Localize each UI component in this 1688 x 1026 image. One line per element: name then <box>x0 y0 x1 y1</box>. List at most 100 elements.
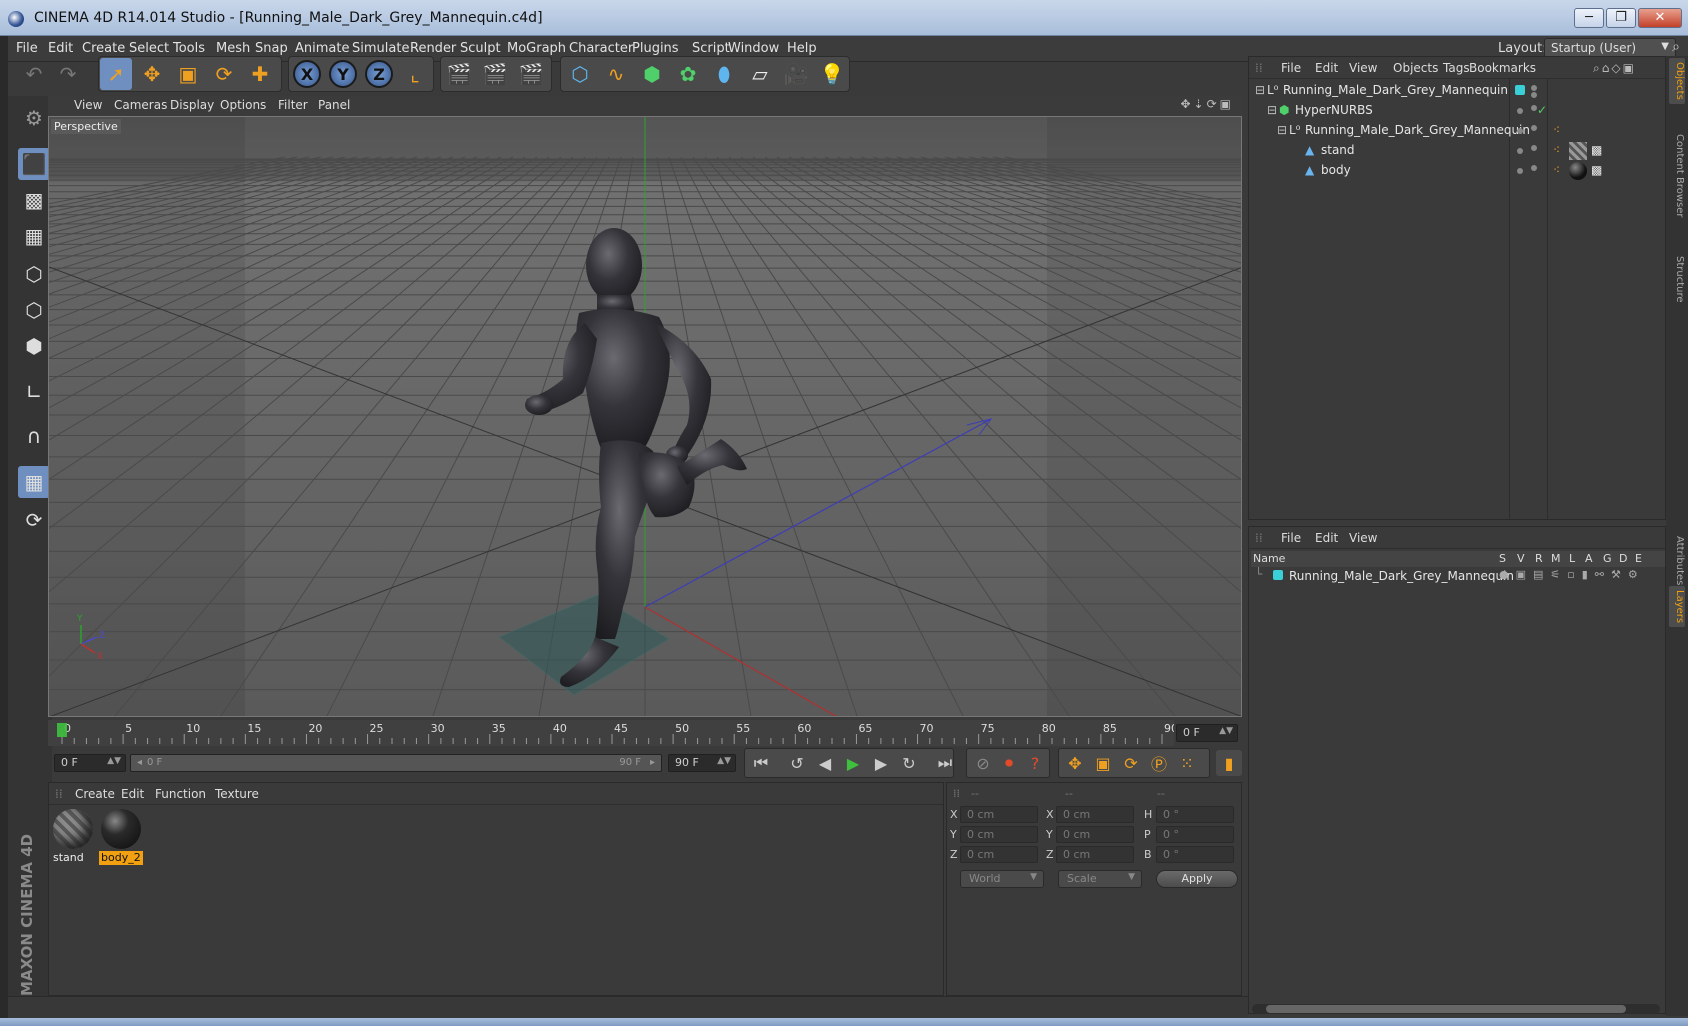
menu-simulate[interactable]: Simulate <box>352 41 409 56</box>
object-row[interactable]: ▲ body ⁖ ▩ <box>1249 161 1665 181</box>
workplane-lock-button[interactable]: ▦ <box>18 466 50 498</box>
editor-visibility-dot[interactable] <box>1531 165 1537 171</box>
viewport-menu-options[interactable]: Options <box>220 98 266 112</box>
snap-button[interactable]: ∩ <box>18 420 50 452</box>
material-menu-texture[interactable]: Texture <box>215 787 259 801</box>
playhead-marker[interactable] <box>57 723 67 737</box>
size-mode-select[interactable]: Scale ▼ <box>1058 870 1142 888</box>
layer-menu-file[interactable]: File <box>1281 531 1301 545</box>
end-frame-field[interactable]: 90 F ▲▼ <box>668 754 736 772</box>
tab-attributes[interactable]: Attributes <box>1669 532 1685 589</box>
mograph-cloner-button[interactable]: ✿ <box>672 58 704 90</box>
material-tag-icon[interactable] <box>1569 142 1587 160</box>
render-view-button[interactable]: 🎬 <box>443 58 475 90</box>
polygons-mode-button[interactable]: ⬢ <box>18 330 50 362</box>
scale-tool-button[interactable]: ▣ <box>172 58 204 90</box>
tab-objects[interactable]: Objects <box>1669 58 1685 104</box>
camera-button[interactable]: 🎥 <box>780 58 812 90</box>
play-button[interactable]: ▶ <box>840 750 866 776</box>
go-to-start-button[interactable]: ⏮ <box>748 750 774 776</box>
key-scale-button[interactable]: ▣ <box>1090 750 1116 776</box>
editor-visibility-dot[interactable] <box>1517 128 1523 134</box>
minimize-button[interactable]: ─ <box>1574 8 1604 28</box>
z-axis-lock-button[interactable]: Z <box>363 58 395 90</box>
render-settings-button[interactable]: 🎬 <box>515 58 547 90</box>
texture-mode-button[interactable]: ▩ <box>18 184 50 216</box>
phong-tag-icon[interactable]: ⁖ <box>1553 163 1560 177</box>
deformer-button[interactable]: ⬮ <box>708 58 740 90</box>
menu-create[interactable]: Create <box>82 41 125 56</box>
editor-visibility-dot[interactable] <box>1517 168 1523 174</box>
spline-button[interactable]: ∿ <box>600 58 632 90</box>
menu-help[interactable]: Help <box>787 41 817 56</box>
autokeying-button[interactable]: ⏺ <box>996 750 1022 776</box>
coordinate-mode-select[interactable]: World ▼ <box>960 870 1044 888</box>
cube-button[interactable]: ⬡ <box>564 58 596 90</box>
rot-p-field[interactable]: 0 ° <box>1156 826 1234 843</box>
next-key-button[interactable]: ↻ <box>896 750 922 776</box>
nurbs-button[interactable]: ⬢ <box>636 58 668 90</box>
menu-window[interactable]: Window <box>728 41 779 56</box>
rot-h-field[interactable]: 0 ° <box>1156 806 1234 823</box>
undo-button[interactable]: ↶ <box>18 58 50 90</box>
object-menu-tags[interactable]: Tags <box>1443 61 1470 75</box>
layout-select[interactable]: Startup (User) ▼ <box>1544 38 1676 58</box>
go-to-end-button[interactable]: ⏭ <box>932 750 958 776</box>
search-icon[interactable]: ⌕ <box>1672 39 1680 55</box>
object-menu-bookmarks[interactable]: Bookmarks <box>1469 61 1536 75</box>
uvw-tag-icon[interactable]: ▩ <box>1591 143 1602 157</box>
editor-visibility-dot[interactable] <box>1531 145 1537 151</box>
render-picture-viewer-button[interactable]: 🎬 <box>479 58 511 90</box>
material-menu-function[interactable]: Function <box>155 787 206 801</box>
object-menu-view[interactable]: View <box>1349 61 1377 75</box>
maximize-button[interactable]: ❐ <box>1606 8 1636 28</box>
layer-menu-view[interactable]: View <box>1349 531 1377 545</box>
key-rotation-button[interactable]: ⟳ <box>1118 750 1144 776</box>
viewport-menu-display[interactable]: Display <box>170 98 214 112</box>
add-object-tool-button[interactable]: ✚ <box>244 58 276 90</box>
redo-button[interactable]: ↷ <box>52 58 84 90</box>
menu-render[interactable]: Render <box>410 41 456 56</box>
rot-b-field[interactable]: 0 ° <box>1156 846 1234 863</box>
rotate-tool-button[interactable]: ⟳ <box>208 58 240 90</box>
material-body-2[interactable]: body_2 <box>99 807 143 865</box>
preview-range-slider[interactable]: ◂ 0 F 90 F ▸ <box>130 754 662 772</box>
layer-flag-icons[interactable]: ●▣▤⚟▫▮⚯⚒⚙ <box>1499 568 1645 581</box>
object-menu-file[interactable]: File <box>1281 61 1301 75</box>
move-tool-button[interactable]: ✥ <box>136 58 168 90</box>
tab-structure[interactable]: Structure <box>1669 252 1685 307</box>
menu-script[interactable]: Script <box>692 41 730 56</box>
previous-frame-button[interactable]: ◀ <box>812 750 838 776</box>
keyframe-selection-button[interactable]: ? <box>1022 750 1048 776</box>
size-y-field[interactable]: 0 cm <box>1056 826 1134 843</box>
editor-visibility-dot[interactable] <box>1531 125 1537 131</box>
object-row[interactable]: ⊟ L⁰ Running_Male_Dark_Grey_Mannequin <box>1249 81 1665 101</box>
tab-layers[interactable]: Layers <box>1669 586 1685 628</box>
light-button[interactable]: 💡 <box>816 58 848 90</box>
make-editable-button[interactable]: ⚙ <box>18 102 50 134</box>
x-axis-lock-button[interactable]: X <box>291 58 323 90</box>
layer-horizontal-scrollbar[interactable] <box>1252 1004 1660 1014</box>
phong-tag-icon[interactable]: ⁖ <box>1553 123 1560 137</box>
pos-y-field[interactable]: 0 cm <box>960 826 1038 843</box>
live-selection-button[interactable]: ➚ <box>100 58 132 90</box>
locked-workplane-button[interactable]: ⟳ <box>18 504 50 536</box>
checkmark-icon[interactable]: ✓ <box>1537 103 1547 117</box>
phong-tag-icon[interactable]: ⁖ <box>1553 143 1560 157</box>
menu-mesh[interactable]: Mesh <box>216 41 250 56</box>
perspective-viewport[interactable]: Y Z X Perspective <box>48 116 1242 717</box>
close-button[interactable]: ✕ <box>1638 8 1682 28</box>
y-axis-lock-button[interactable]: Y <box>327 58 359 90</box>
material-menu-edit[interactable]: Edit <box>121 787 144 801</box>
editor-visibility-dot[interactable] <box>1517 108 1523 114</box>
tab-content-browser[interactable]: Content Browser <box>1669 130 1685 221</box>
menu-edit[interactable]: Edit <box>48 41 73 56</box>
scrollbar-thumb[interactable] <box>1266 1005 1626 1013</box>
editor-visibility-dot[interactable] <box>1531 85 1537 91</box>
object-row[interactable]: ▲ stand ⁖ ▩ <box>1249 141 1665 161</box>
viewport-menu-panel[interactable]: Panel <box>318 98 350 112</box>
axis-mode-button[interactable]: ∟ <box>18 376 50 408</box>
points-mode-button[interactable]: ⬡ <box>18 258 50 290</box>
uvw-tag-icon[interactable]: ▩ <box>1591 163 1602 177</box>
coordinate-system-button[interactable]: ⌞ <box>399 58 431 90</box>
